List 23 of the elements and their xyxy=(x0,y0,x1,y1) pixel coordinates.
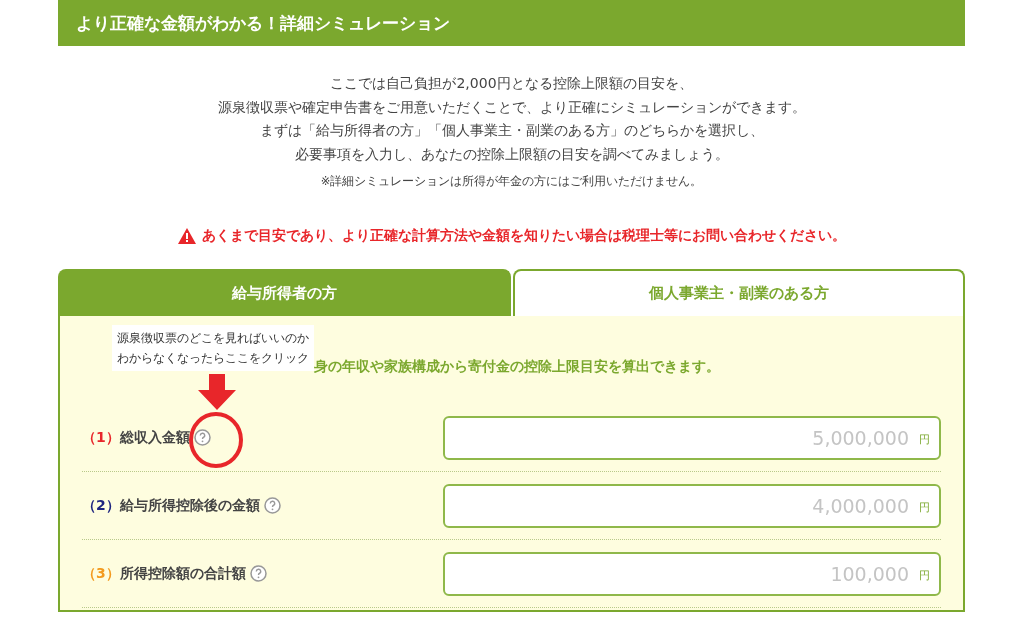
item-number: （1） xyxy=(82,428,120,447)
highlight-circle xyxy=(188,411,244,469)
tab[interactable]: 給与所得者の方 xyxy=(58,269,511,316)
down-arrow-icon xyxy=(198,374,236,410)
section-title: より正確な金額がわかる！詳細シミュレーション xyxy=(76,11,450,35)
item-number: （3） xyxy=(82,564,120,583)
unit-label: 円 xyxy=(919,567,930,583)
warning-icon xyxy=(177,228,196,244)
help-icon[interactable] xyxy=(249,565,267,582)
field-label: 給与所得控除後の金額 xyxy=(119,496,260,515)
tab[interactable]: 個人事業主・副業のある方 xyxy=(512,269,965,316)
lead-text: 身の年収や家族構成から寄付金の控除上限目安を算出できます。 xyxy=(314,358,720,374)
help-icon[interactable] xyxy=(193,429,211,446)
note-text: ※詳細シミュレーションは所得が年金の方にはご利用いただけません。 xyxy=(319,174,704,189)
field-label: 所得控除額の合計額 xyxy=(119,564,246,583)
warning-text: あくまで目安であり、より正確な計算方法や金額を知りたい場合は税理士等にお問い合わせください。 xyxy=(201,227,846,245)
intro-text: ここでは自己負担が2,000円となる控除上限額の目安を、 源泉徴収票や確定申告書をご用意いただくことで、より正確にシミュレーションができます。 まずは「給与所得者の方」「個人事業主・副業のある方」のどちらかを選択し、 必要事項を入力し、あなたの控除上限額の目安を調べてみましょう。 xyxy=(216,74,807,164)
item-number: （2） xyxy=(82,496,120,515)
help-icon[interactable] xyxy=(263,497,281,514)
unit-label: 円 xyxy=(919,431,930,447)
callout-text: 源泉徴収票のどこを見ればいいのか わからなくなったらここをクリック xyxy=(112,325,314,371)
field-label: 総収入金額 xyxy=(119,428,190,447)
unit-label: 円 xyxy=(919,499,930,515)
